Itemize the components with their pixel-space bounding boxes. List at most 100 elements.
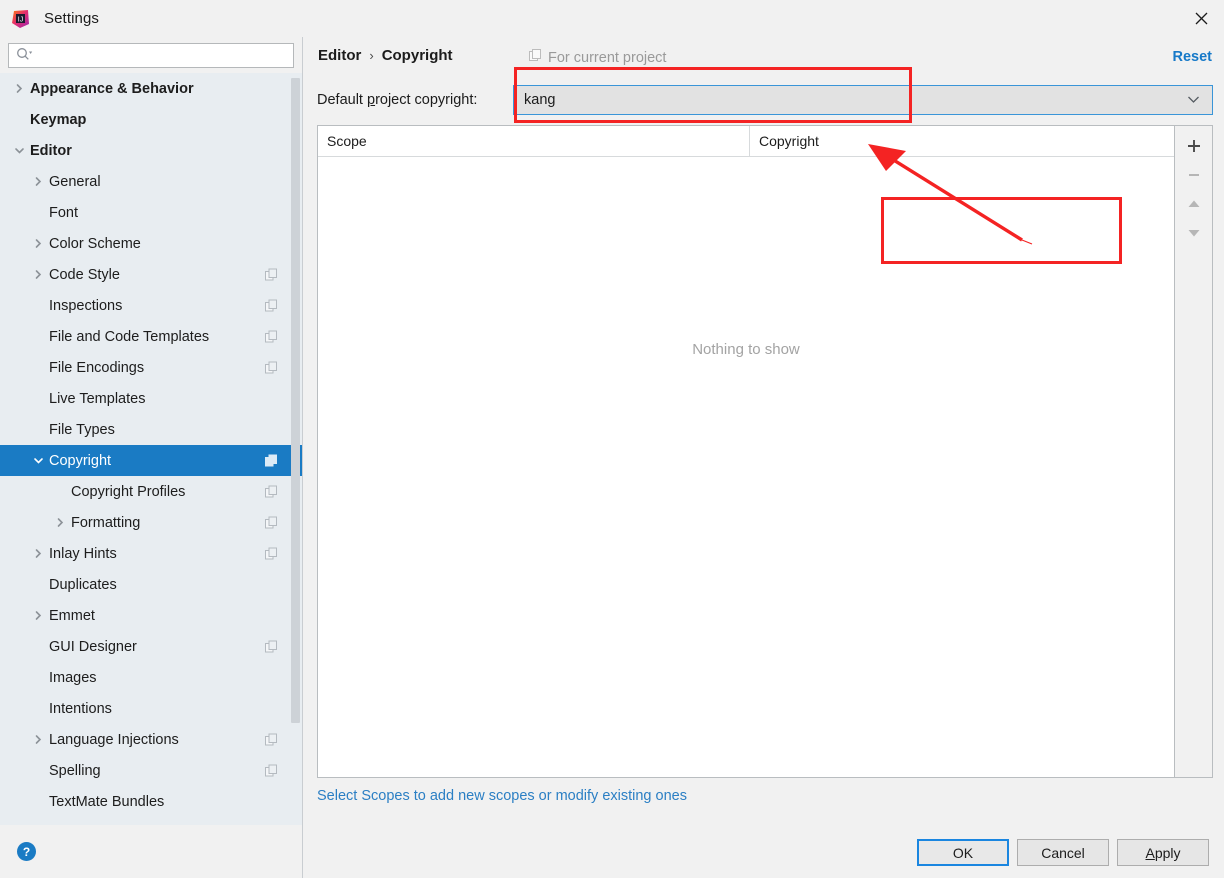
- move-up-button[interactable]: [1179, 189, 1209, 218]
- sidebar-item-label: Spelling: [49, 762, 101, 779]
- copy-scope-icon: [265, 516, 278, 529]
- chevron-placeholder: [31, 299, 45, 313]
- settings-sidebar: Appearance & Behavior Keymap Editor General…: [0, 37, 303, 825]
- sidebar-item-images[interactable]: Images: [0, 662, 302, 693]
- sidebar-item-editor[interactable]: Editor: [0, 135, 302, 166]
- settings-main-panel: Editor › Copyright For current project R…: [304, 37, 1224, 825]
- sidebar-item-duplicates[interactable]: Duplicates: [0, 569, 302, 600]
- search-area: [0, 37, 302, 73]
- chevron-right-icon[interactable]: [53, 516, 67, 530]
- chevron-placeholder: [31, 578, 45, 592]
- move-down-button[interactable]: [1179, 218, 1209, 247]
- sidebar-item-inspections[interactable]: Inspections: [0, 290, 302, 321]
- sidebar-item-emmet[interactable]: Emmet: [0, 600, 302, 631]
- sidebar-item-intentions[interactable]: Intentions: [0, 693, 302, 724]
- sidebar-scrollbar[interactable]: [291, 73, 300, 824]
- sidebar-item-label: Copyright Profiles: [71, 483, 186, 500]
- add-row-button[interactable]: [1179, 131, 1209, 160]
- chevron-placeholder: [31, 795, 45, 809]
- sidebar-item-label: Duplicates: [49, 576, 117, 593]
- chevron-down-icon[interactable]: [31, 454, 45, 468]
- chevron-right-icon[interactable]: [31, 175, 45, 189]
- label-mnemonic: p: [366, 92, 376, 108]
- for-current-project-label: For current project: [529, 49, 666, 66]
- sidebar-item-label: Copyright: [49, 452, 112, 469]
- sidebar-item-inlay-hints[interactable]: Inlay Hints: [0, 538, 302, 569]
- remove-row-button[interactable]: [1179, 160, 1209, 189]
- chevron-right-icon[interactable]: [12, 82, 26, 96]
- sidebar-item-label: Intentions: [49, 700, 112, 717]
- copy-scope-icon: [265, 330, 278, 343]
- chevron-placeholder: [31, 764, 45, 778]
- ok-button[interactable]: OK: [917, 839, 1009, 866]
- sidebar-item-label: General: [49, 173, 101, 190]
- label-suffix: roject copyright:: [375, 92, 478, 108]
- chevron-down-icon[interactable]: [12, 144, 26, 158]
- sidebar-item-label: Inlay Hints: [49, 545, 117, 562]
- chevron-right-icon[interactable]: [31, 733, 45, 747]
- cancel-button[interactable]: Cancel: [1017, 839, 1109, 866]
- sidebar-item-color-scheme[interactable]: Color Scheme: [0, 228, 302, 259]
- window-title: Settings: [44, 10, 99, 27]
- column-header-scope[interactable]: Scope: [318, 126, 750, 156]
- settings-tree[interactable]: Appearance & Behavior Keymap Editor General…: [0, 73, 302, 824]
- chevron-placeholder: [31, 702, 45, 716]
- sidebar-item-formatting[interactable]: Formatting: [0, 507, 302, 538]
- column-header-copyright[interactable]: Copyright: [750, 126, 1174, 156]
- sidebar-item-spelling[interactable]: Spelling: [0, 755, 302, 786]
- chevron-right-icon[interactable]: [31, 268, 45, 282]
- chevron-right-icon[interactable]: [31, 237, 45, 251]
- sidebar-item-appearance-behavior[interactable]: Appearance & Behavior: [0, 73, 302, 104]
- copy-scope-icon: [265, 454, 278, 467]
- breadcrumb-current: Copyright: [381, 47, 453, 64]
- sidebar-item-label: Language Injections: [49, 731, 179, 748]
- scopes-table[interactable]: Scope Copyright Nothing to show: [317, 125, 1175, 778]
- sidebar-item-textmate-bundles[interactable]: TextMate Bundles: [0, 786, 302, 817]
- chevron-placeholder: [31, 392, 45, 406]
- chevron-placeholder: [31, 423, 45, 437]
- chevron-down-icon[interactable]: [1187, 91, 1200, 109]
- sidebar-item-label: Code Style: [49, 266, 120, 283]
- chevron-right-icon[interactable]: [31, 547, 45, 561]
- sidebar-item-label: Emmet: [49, 607, 95, 624]
- svg-text:?: ?: [23, 845, 30, 859]
- default-copyright-row: Default project copyright: kang: [317, 85, 1213, 115]
- close-icon[interactable]: [1178, 0, 1224, 37]
- help-question-icon[interactable]: ?: [16, 841, 37, 862]
- sidebar-item-code-style[interactable]: Code Style: [0, 259, 302, 290]
- settings-dialog: IJ Settings Appearance & Behavior Keymap…: [0, 0, 1224, 878]
- sidebar-scrollbar-thumb[interactable]: [291, 78, 300, 723]
- label-prefix: Default: [317, 92, 367, 108]
- sidebar-item-keymap[interactable]: Keymap: [0, 104, 302, 135]
- chevron-placeholder: [31, 330, 45, 344]
- search-box[interactable]: [8, 43, 294, 68]
- sidebar-item-copyright-profiles[interactable]: Copyright Profiles: [0, 476, 302, 507]
- sidebar-item-file-types[interactable]: File Types: [0, 414, 302, 445]
- copy-scope-icon: [529, 49, 542, 66]
- chevron-placeholder: [53, 485, 67, 499]
- reset-link[interactable]: Reset: [1173, 49, 1213, 65]
- for-current-project-text: For current project: [548, 49, 667, 66]
- apply-rest: pply: [1154, 844, 1181, 861]
- select-scopes-link[interactable]: Select Scopes to add new scopes or modif…: [317, 788, 687, 804]
- default-copyright-combobox[interactable]: kang: [513, 85, 1213, 115]
- apply-button[interactable]: Apply: [1117, 839, 1209, 866]
- chevron-right-icon[interactable]: [31, 609, 45, 623]
- sidebar-item-file-encodings[interactable]: File Encodings: [0, 352, 302, 383]
- sidebar-footer: ?: [0, 825, 303, 878]
- sidebar-item-gui-designer[interactable]: GUI Designer: [0, 631, 302, 662]
- breadcrumb-parent[interactable]: Editor: [318, 47, 361, 64]
- intellij-idea-icon: IJ: [12, 9, 30, 28]
- sidebar-item-file-and-code-templates[interactable]: File and Code Templates: [0, 321, 302, 352]
- sidebar-item-general[interactable]: General: [0, 166, 302, 197]
- copy-scope-icon: [265, 268, 278, 281]
- sidebar-item-label: Appearance & Behavior: [30, 80, 194, 97]
- sidebar-item-copyright[interactable]: Copyright: [0, 445, 302, 476]
- sidebar-item-language-injections[interactable]: Language Injections: [0, 724, 302, 755]
- copy-scope-icon: [265, 764, 278, 777]
- sidebar-item-live-templates[interactable]: Live Templates: [0, 383, 302, 414]
- breadcrumb: Editor › Copyright: [318, 47, 453, 64]
- sidebar-item-font[interactable]: Font: [0, 197, 302, 228]
- chevron-placeholder: [12, 113, 26, 127]
- search-input[interactable]: [38, 48, 278, 63]
